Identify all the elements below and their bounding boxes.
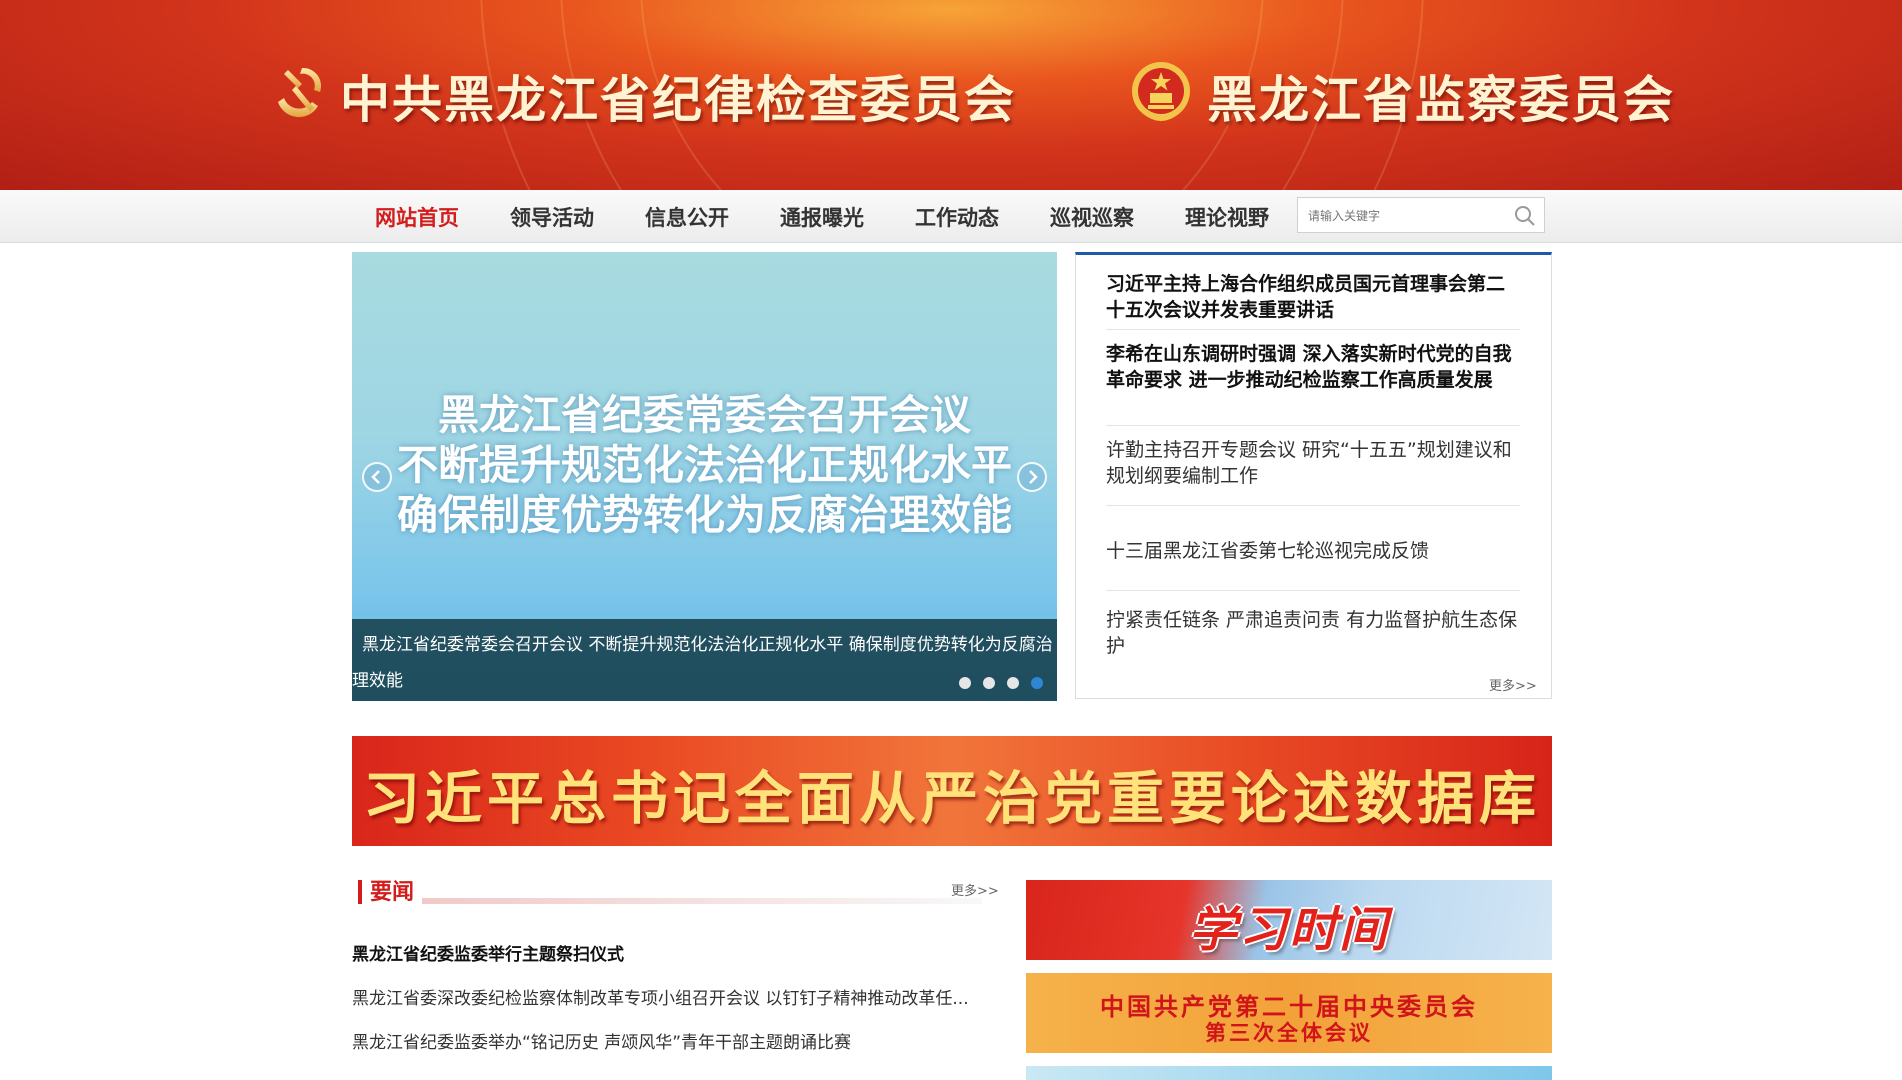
nav-information-disclosure[interactable]: 信息公开 [645,202,729,232]
slider-prev-button[interactable] [362,462,392,492]
nav-leadership-activities[interactable]: 领导活动 [510,202,594,232]
headlines-panel: 习近平主持上海合作组织成员国元首理事会第二十五次会议并发表重要讲话 李希在山东调… [1075,252,1552,699]
headline-item[interactable]: 许勤主持召开专题会议 研究“十五五”规划建议和规划纲要编制工作 [1106,437,1520,489]
headlines-more-link[interactable]: 更多>> [1489,675,1537,694]
main-nav: 网站首页 领导活动 信息公开 通报曝光 工作动态 巡视巡察 理论视野 [0,190,1902,243]
headline-item[interactable]: 李希在山东调研时强调 深入落实新时代党的自我革命要求 进一步推动纪检监察工作高质… [1106,341,1520,393]
slider-next-button[interactable] [1017,462,1047,492]
slider-dots [947,674,1043,693]
search-input[interactable] [1306,204,1510,228]
nav-home[interactable]: 网站首页 [375,202,459,232]
search-icon[interactable] [1514,205,1536,227]
chevron-right-icon [1029,470,1038,484]
header-right-title: 黑龙江省监察委员会 [1207,70,1675,129]
news-slider[interactable]: 黑龙江省纪委常委会召开会议 不断提升规范化法治化正规化水平 确保制度优势转化为反… [352,252,1057,701]
slider-dot[interactable] [983,677,995,689]
study-time-banner[interactable]: 学习时间 [1026,880,1552,960]
slide-line: 不断提升规范化法治化正规化水平 [397,441,1012,489]
chevron-left-icon [371,470,380,484]
news-list-item[interactable]: 黑龙江省纪委监委举行主题祭扫仪式 [352,940,1004,965]
section-accent-bar [358,880,362,904]
slide-caption: 黑龙江省纪委常委会召开会议 不断提升规范化法治化正规化水平 确保制度优势转化为反… [352,619,1057,701]
study-time-text: 学习时间 [1188,902,1389,958]
nav-reports-exposure[interactable]: 通报曝光 [780,202,864,232]
news-section-title: 要闻 [370,880,415,905]
slider-dot-active[interactable] [1031,677,1043,689]
headline-item[interactable]: 习近平主持上海合作组织成员国元首理事会第二十五次会议并发表重要讲话 [1106,271,1520,323]
header-banner: 中共黑龙江省纪律检查委员会 黑龙江省监察委员会 [0,0,1902,190]
news-list-item[interactable]: 黑龙江省委深改委纪检监察体制改革专项小组召开会议 以钉钉子精神推动改革任... [352,984,1004,1009]
headline-item[interactable]: 十三届黑龙江省委第七轮巡视完成反馈 [1106,538,1520,564]
slide-headline: 黑龙江省纪委常委会召开会议 不断提升规范化法治化正规化水平 确保制度优势转化为反… [352,390,1057,540]
plenum-banner[interactable]: 中国共产党第二十届中央委员会 第三次全体会议 [1026,973,1552,1053]
section-underline [422,898,982,904]
news-section-header: 要闻 更多>> [352,876,1004,908]
third-side-banner[interactable] [1026,1066,1552,1080]
headline-item[interactable]: 拧紧责任链条 严肃追责问责 有力监督护航生态保护 [1106,607,1520,659]
plenum-line-2: 第三次全体会议 [1205,1020,1373,1045]
database-banner[interactable]: 习近平总书记全面从严治党重要论述数据库 [352,736,1552,846]
slider-dot[interactable] [959,677,971,689]
nav-work-updates[interactable]: 工作动态 [915,202,999,232]
news-list-item[interactable]: 黑龙江省纪委监委举办“铭记历史 声颂风华”青年干部主题朗诵比赛 [352,1028,1004,1053]
slide-line: 黑龙江省纪委常委会召开会议 [438,391,971,439]
database-banner-text: 习近平总书记全面从严治党重要论述数据库 [363,765,1541,832]
divider [1106,425,1520,426]
divider [1106,329,1520,330]
party-emblem-icon [278,67,322,118]
search-box [1297,197,1545,233]
nav-theory-vision[interactable]: 理论视野 [1185,202,1269,232]
divider [1106,505,1520,506]
nav-inspection-tours[interactable]: 巡视巡察 [1050,202,1134,232]
divider [1106,590,1520,591]
national-emblem-icon [1132,62,1190,121]
slider-dot[interactable] [1007,677,1019,689]
header-left-title: 中共黑龙江省纪律检查委员会 [340,70,1016,129]
slide-line: 确保制度优势转化为反腐治理效能 [397,491,1012,539]
news-more-link[interactable]: 更多>> [951,880,999,899]
